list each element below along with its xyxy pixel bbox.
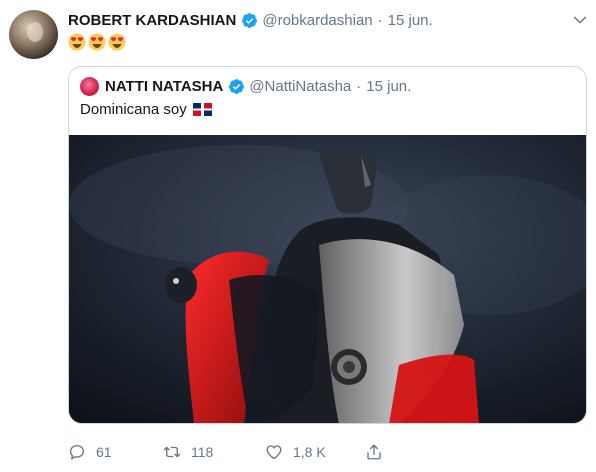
heart-eyes-emoji-icon — [88, 33, 106, 51]
tweet-actions: 61 118 1,8 K — [68, 440, 588, 464]
reply-icon — [69, 444, 85, 460]
heart-eyes-emoji-icon — [108, 33, 126, 51]
quoted-author-handle: @NattiNatasha — [249, 78, 352, 95]
photo-image — [69, 135, 586, 423]
quoted-author-avatar — [80, 77, 99, 96]
share-icon — [367, 444, 381, 460]
author-avatar[interactable] — [9, 10, 58, 59]
retweet-count: 118 — [191, 444, 214, 460]
verified-badge-icon — [242, 12, 258, 28]
quoted-tweet-text-content: Dominicana soy — [80, 101, 187, 118]
caret-down-icon[interactable] — [572, 12, 588, 28]
tweet-text — [68, 31, 128, 53]
separator-dot: · — [377, 11, 383, 29]
reply-count: 61 — [96, 444, 112, 460]
like-count: 1,8 K — [293, 444, 326, 460]
like-button[interactable]: 1,8 K — [265, 440, 326, 464]
quoted-tweet-date: 15 jun. — [366, 78, 412, 95]
quoted-author-name: NATTI NATASHA — [105, 78, 224, 95]
share-button[interactable] — [365, 440, 393, 464]
verified-badge-icon — [229, 79, 245, 94]
reply-button[interactable]: 61 — [68, 440, 112, 464]
author-name[interactable]: ROBERT KARDASHIAN — [68, 12, 236, 29]
quoted-tweet-photo[interactable] — [69, 135, 586, 423]
quoted-tweet-text: Dominicana soy — [80, 101, 212, 118]
author-handle[interactable]: @robkardashian — [262, 12, 372, 29]
like-icon — [266, 445, 282, 460]
retweet-button[interactable]: 118 — [163, 440, 213, 464]
dominican-flag-emoji-icon — [192, 103, 212, 116]
tweet-header: ROBERT KARDASHIAN @robkardashian · 15 ju… — [68, 10, 433, 30]
retweet-icon — [163, 446, 181, 458]
quoted-tweet-header: NATTI NATASHA @NattiNatasha · 15 jun. — [80, 77, 411, 96]
quoted-tweet-card[interactable]: NATTI NATASHA @NattiNatasha · 15 jun. Do… — [68, 66, 587, 424]
separator-dot: · — [356, 78, 362, 95]
heart-eyes-emoji-icon — [68, 33, 86, 51]
tweet-date[interactable]: 15 jun. — [388, 12, 433, 29]
